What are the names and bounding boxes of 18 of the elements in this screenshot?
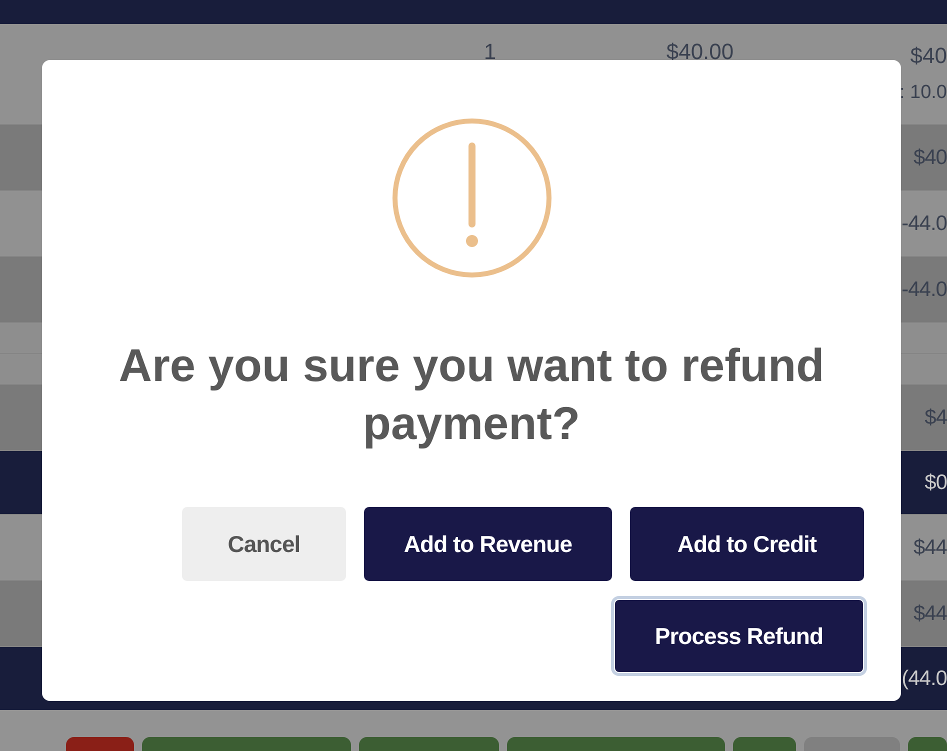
- amount-cell-text: $0: [924, 470, 947, 496]
- dialog-button[interactable]: Add to Credit: [630, 507, 864, 581]
- amount-cell-text: -44.0: [902, 276, 947, 303]
- amount-cell-text: (44.0: [902, 666, 947, 692]
- price-cell-text: $40.00: [665, 38, 735, 66]
- warning-icon: [392, 118, 552, 278]
- quantity-cell-text: 1: [482, 38, 498, 66]
- dialog-button[interactable]: Process Refund: [614, 599, 864, 673]
- amount-cell-text: -44.0: [902, 210, 947, 237]
- cancel-button[interactable]: Cancel: [182, 507, 346, 581]
- amount-cell-text: $40: [913, 144, 947, 171]
- dialog-button[interactable]: Add to Revenue: [364, 507, 612, 581]
- amount-cell-text: $4: [924, 404, 947, 431]
- amount-cell: $40: [910, 42, 947, 70]
- tax-note: : 10.0: [899, 81, 947, 105]
- amount-cell-text: $44: [913, 600, 947, 627]
- amount-cell-text: $44: [913, 534, 947, 561]
- dialog-title: Are you sure you want to refund payment?: [118, 338, 826, 451]
